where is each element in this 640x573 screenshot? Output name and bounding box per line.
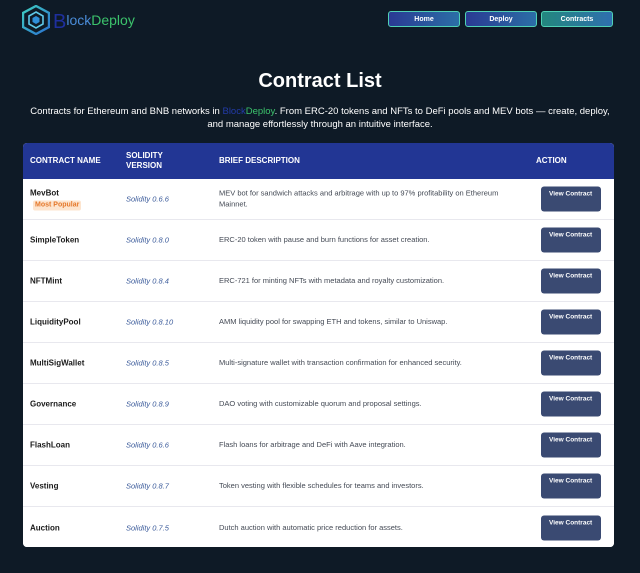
table-row: Governance Solidity 0.8.9 DAO voting wit… xyxy=(23,384,614,425)
page-title: Contract List xyxy=(258,70,382,92)
contract-name: LiquidityPool xyxy=(30,317,81,327)
table-row: MevBot Most Popular Solidity 0.6.6 MEV bo… xyxy=(23,179,614,220)
nav-contracts-button[interactable]: Contracts xyxy=(541,11,613,27)
header-contract-name: CONTRACT NAME xyxy=(30,156,101,165)
contract-description: AMM liquidity pool for swapping ETH and … xyxy=(219,316,448,326)
solidity-version: Solidity 0.8.10 xyxy=(126,317,174,327)
contract-name: SimpleToken xyxy=(30,235,80,245)
view-contract-button[interactable]: View Contract xyxy=(541,309,601,335)
contract-description: ERC-20 token with pause and burn functio… xyxy=(219,234,430,244)
solidity-version: Solidity 0.8.7 xyxy=(126,481,169,491)
most-popular-badge: Most Popular xyxy=(33,200,82,211)
contract-description: MEV bot for sandwich attacks and arbitra… xyxy=(219,188,499,209)
contract-description: Flash loans for arbitrage and DeFi with … xyxy=(219,439,406,449)
solidity-version: Solidity 0.7.5 xyxy=(126,523,169,532)
view-contract-button[interactable]: View Contract xyxy=(541,515,601,540)
header-action: ACTION xyxy=(536,156,567,165)
contract-name: FlashLoan xyxy=(30,440,71,450)
solidity-version: Solidity 0.8.9 xyxy=(126,399,169,409)
nav-home-button[interactable]: Home xyxy=(388,11,460,27)
table-body: MevBot Most Popular Solidity 0.6.6 MEV bo… xyxy=(23,179,614,547)
hexagon-logo-icon[interactable] xyxy=(22,5,50,35)
solidity-version: Solidity 0.6.6 xyxy=(126,440,169,450)
solidity-version: Solidity 0.8.0 xyxy=(126,235,169,245)
table-header: CONTRACT NAME SOLIDITY VERSION BRIEF DES… xyxy=(23,143,614,179)
contract-name-text: MevBot xyxy=(30,188,59,198)
intro-text: Contracts for Ethereum and BNB networks … xyxy=(24,105,616,131)
page: BlockDeploy Home Deploy Contracts Contra… xyxy=(0,0,640,573)
contract-name: NFTMint xyxy=(30,276,62,286)
intro-before: Contracts for Ethereum and BNB networks … xyxy=(30,106,223,117)
contract-name: Auction xyxy=(30,523,60,532)
contract-name: Governance xyxy=(30,399,77,409)
header-brief-description: BRIEF DESCRIPTION xyxy=(219,156,300,165)
contract-description: Multi-signature wallet with transaction … xyxy=(219,357,462,367)
header: BlockDeploy Home Deploy Contracts xyxy=(0,0,640,40)
table-row: MultiSigWallet Solidity 0.8.5 Multi-sign… xyxy=(23,343,614,384)
contract-description: Dutch auction with automatic price reduc… xyxy=(219,522,403,532)
table-row: SimpleToken Solidity 0.8.0 ERC-20 token … xyxy=(23,220,614,261)
table-row: Vesting Solidity 0.8.7 Token vesting wit… xyxy=(23,466,614,507)
header-solidity-version: SOLIDITY VERSION xyxy=(126,151,163,170)
brand-letter-b: B xyxy=(53,11,67,33)
view-contract-button[interactable]: View Contract xyxy=(541,391,601,417)
table-row: NFTMint Solidity 0.8.4 ERC-721 for minti… xyxy=(23,261,614,302)
table-row: LiquidityPool Solidity 0.8.10 AMM liquid… xyxy=(23,302,614,343)
contract-table: CONTRACT NAME SOLIDITY VERSION BRIEF DES… xyxy=(23,143,614,547)
solidity-version: Solidity 0.6.6 xyxy=(126,194,169,204)
view-contract-button[interactable]: View Contract xyxy=(541,186,601,212)
view-contract-button[interactable]: View Contract xyxy=(541,350,601,376)
table-row: FlashLoan Solidity 0.6.6 Flash loans for… xyxy=(23,425,614,466)
contract-description: DAO voting with customizable quorum and … xyxy=(219,398,422,408)
nav-deploy-button[interactable]: Deploy xyxy=(465,11,537,27)
table-row: Auction Solidity 0.7.5 Dutch auction wit… xyxy=(23,507,614,547)
contract-description: ERC-721 for minting NFTs with metadata a… xyxy=(219,275,445,285)
contract-name: MultiSigWallet xyxy=(30,358,85,368)
contract-name: Vesting xyxy=(30,481,59,491)
intro-brand-deploy: Deploy xyxy=(245,106,275,117)
view-contract-button[interactable]: View Contract xyxy=(541,268,601,294)
view-contract-button[interactable]: View Contract xyxy=(541,432,601,458)
view-contract-button[interactable]: View Contract xyxy=(541,227,601,253)
brand-lock-text: lock xyxy=(66,12,92,28)
view-contract-button[interactable]: View Contract xyxy=(541,473,601,499)
brand-deploy-text: Deploy xyxy=(91,12,135,28)
intro-brand-block: Block xyxy=(222,106,246,117)
contract-description: Token vesting with flexible schedules fo… xyxy=(219,480,424,490)
contract-name: MevBot Most Popular xyxy=(30,188,100,211)
solidity-version: Solidity 0.8.5 xyxy=(126,358,169,368)
solidity-version: Solidity 0.8.4 xyxy=(126,276,169,286)
brand-wordmark[interactable]: BlockDeploy xyxy=(53,11,135,33)
